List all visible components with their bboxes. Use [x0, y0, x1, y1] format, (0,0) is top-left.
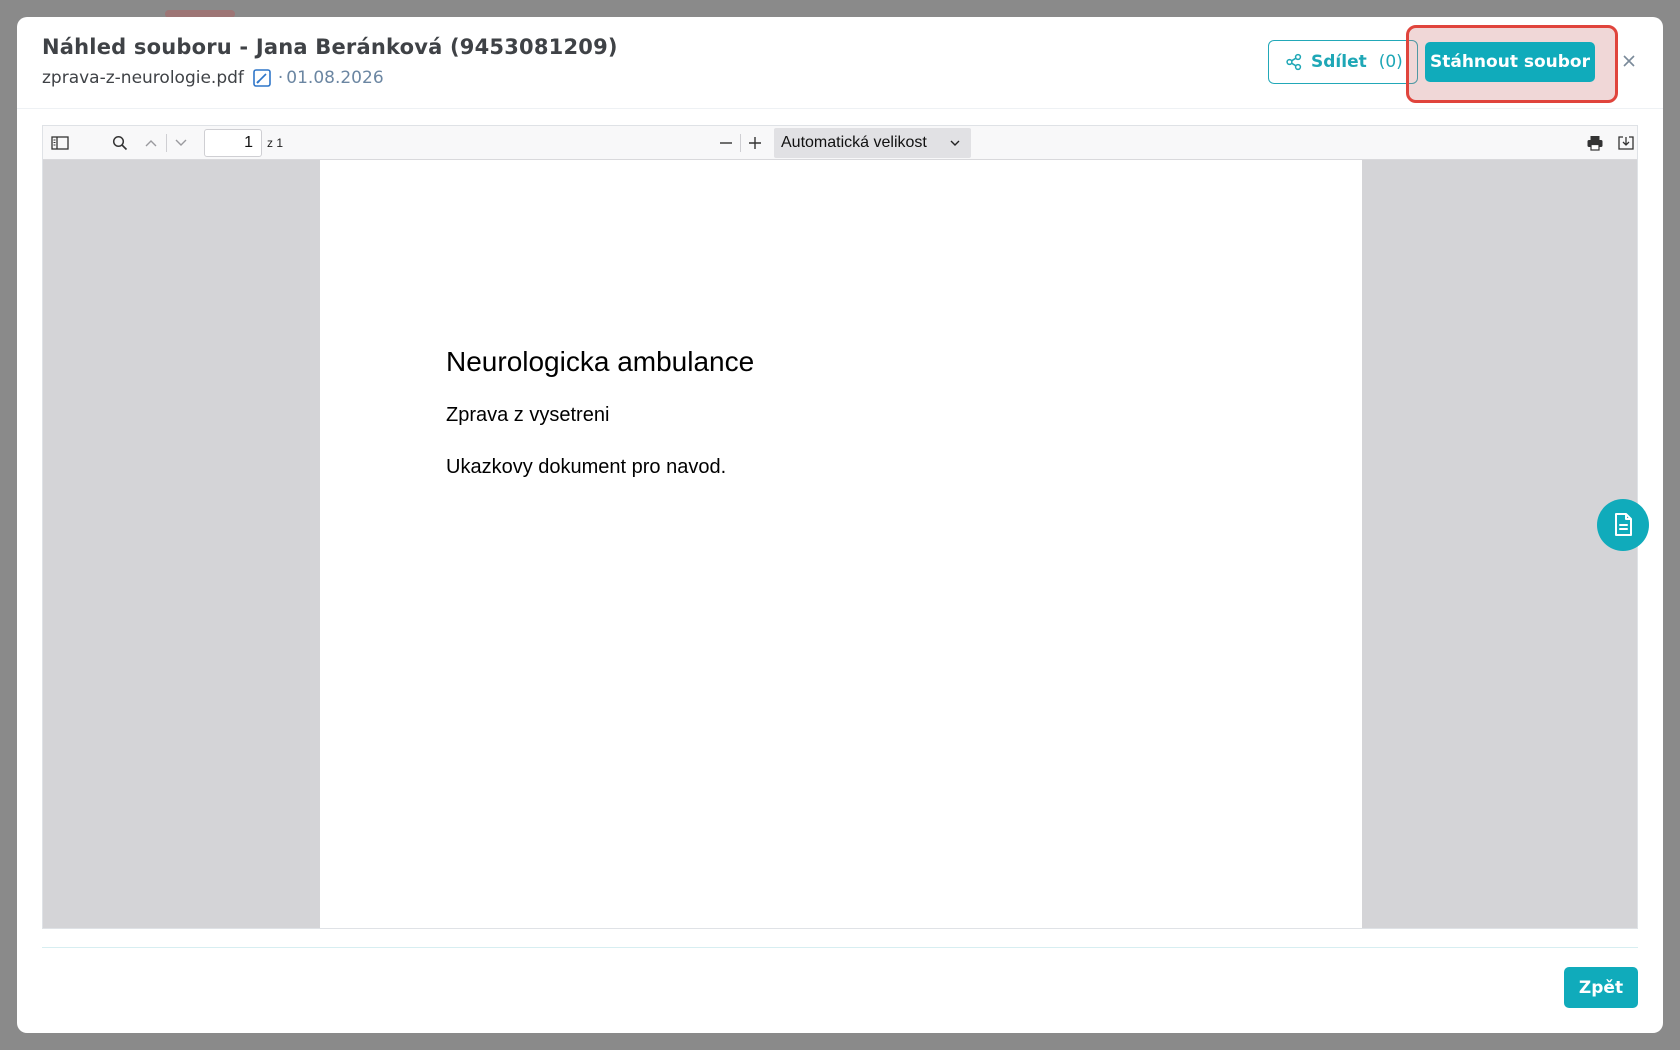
footer-divider [42, 947, 1638, 948]
file-preview-modal: Náhled souboru - Jana Beránková (9453081… [17, 17, 1663, 1033]
page-number-input[interactable] [204, 129, 262, 157]
page-count: z 1 [267, 136, 284, 150]
pdf-page: Neurologicka ambulance Zprava z vysetren… [320, 160, 1362, 928]
share-count: (0) [1378, 52, 1403, 72]
close-icon [1622, 54, 1636, 68]
close-button[interactable] [1618, 50, 1640, 72]
print-icon[interactable] [1586, 134, 1604, 152]
share-button[interactable]: Sdílet (0) [1268, 40, 1418, 84]
zoom-value: Automatická velikost [781, 134, 927, 151]
edit-icon[interactable] [252, 68, 272, 88]
modal-header: Náhled souboru - Jana Beránková (9453081… [17, 17, 1663, 109]
date-separator: · [277, 68, 284, 88]
pdf-toolbar: z 1 Automatická velikost [43, 126, 1637, 160]
document-icon [1611, 512, 1635, 538]
search-icon[interactable] [111, 134, 129, 152]
back-button[interactable]: Zpět [1564, 967, 1638, 1008]
share-label: Sdílet [1311, 52, 1367, 72]
pdf-viewer: z 1 Automatická velikost [42, 125, 1638, 929]
zoom-out-icon[interactable] [717, 134, 735, 152]
file-meta: zprava-z-neurologie.pdf · 01.08.2026 [42, 68, 384, 88]
chevron-down-icon[interactable] [172, 134, 190, 152]
sidebar-toggle-icon[interactable] [51, 134, 69, 152]
document-subheading: Zprava z vysetreni [446, 404, 610, 426]
share-icon [1285, 53, 1303, 71]
chevron-up-icon[interactable] [142, 134, 160, 152]
chevron-down-icon [949, 136, 961, 150]
document-fab-button[interactable] [1597, 499, 1649, 551]
toolbar-separator [166, 134, 167, 152]
zoom-in-icon[interactable] [746, 134, 764, 152]
document-heading: Neurologicka ambulance [446, 346, 755, 377]
document-body: Ukazkovy dokument pro navod. [446, 456, 727, 478]
file-date: 01.08.2026 [286, 68, 384, 88]
zoom-select[interactable]: Automatická velikost [774, 128, 971, 158]
save-icon[interactable] [1617, 134, 1635, 152]
download-button[interactable]: Stáhnout soubor [1425, 42, 1595, 82]
toolbar-separator [740, 134, 741, 152]
modal-title: Náhled souboru - Jana Beránková (9453081… [42, 35, 618, 59]
file-name: zprava-z-neurologie.pdf [42, 68, 244, 88]
